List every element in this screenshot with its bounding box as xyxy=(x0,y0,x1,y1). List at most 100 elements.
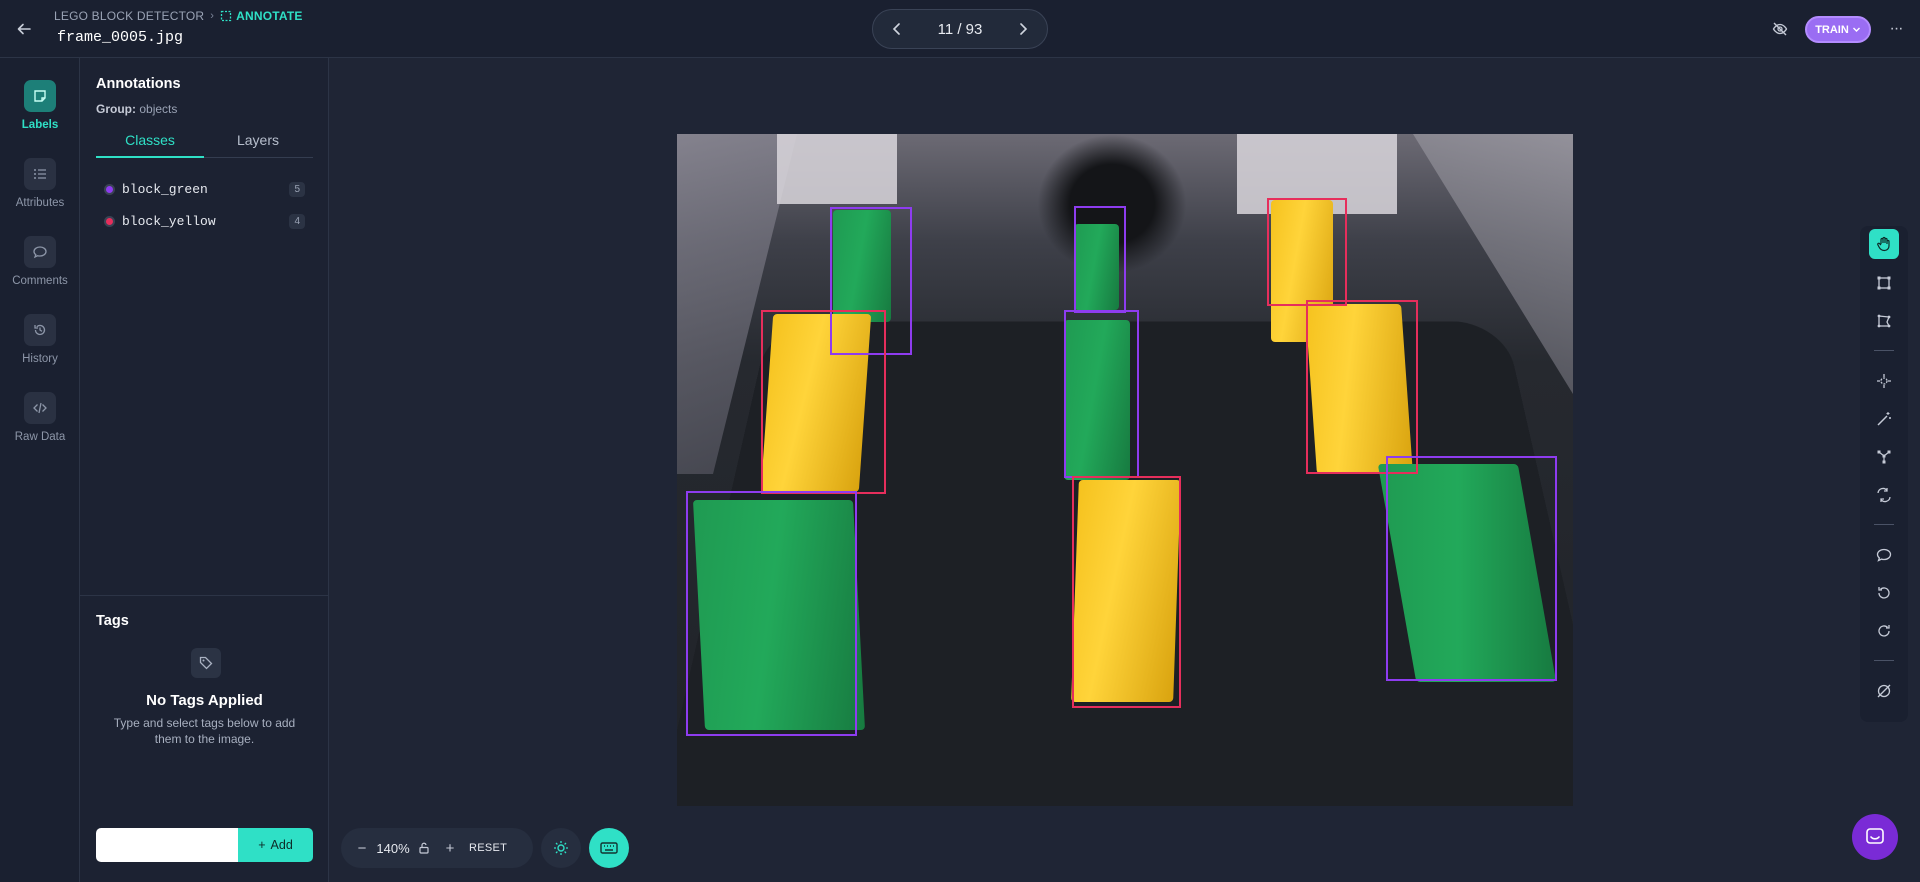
support-chat-button[interactable] xyxy=(1852,814,1898,860)
keypoint-tool-button[interactable] xyxy=(1869,442,1899,472)
annotate-icon xyxy=(221,10,232,22)
bounding-box-tool-button[interactable] xyxy=(1869,268,1899,298)
breadcrumb: LEGO BLOCK DETECTOR › ANNOTATE xyxy=(54,9,303,23)
annotated-image[interactable] xyxy=(677,134,1573,806)
keyboard-shortcuts-button[interactable] xyxy=(589,828,629,868)
bbox-block-green[interactable] xyxy=(1064,310,1139,478)
brightness-button[interactable] xyxy=(541,828,581,868)
tab-classes[interactable]: Classes xyxy=(96,130,204,158)
class-color-dot xyxy=(104,215,115,227)
magic-wand-icon xyxy=(1877,412,1891,426)
chevron-down-icon xyxy=(1852,27,1860,32)
no-tags-title: No Tags Applied xyxy=(146,692,263,709)
breadcrumb-mode-label: ANNOTATE xyxy=(236,9,303,23)
breadcrumb-project[interactable]: LEGO BLOCK DETECTOR xyxy=(54,9,204,23)
convert-icon xyxy=(1877,487,1891,503)
code-icon xyxy=(24,392,56,424)
reset-zoom-button[interactable]: RESET xyxy=(469,842,507,854)
class-count-badge: 5 xyxy=(289,181,305,197)
zoom-level: 140% xyxy=(376,840,410,856)
left-icon-rail: Labels Attributes Comments History Raw D… xyxy=(0,58,80,882)
zoom-out-button[interactable]: − xyxy=(349,835,375,861)
redo-button[interactable] xyxy=(1869,616,1899,646)
back-arrow-icon xyxy=(17,23,31,35)
tool-palette xyxy=(1860,226,1908,722)
rail-item-raw-data[interactable]: Raw Data xyxy=(0,392,80,443)
smart-select-icon xyxy=(1877,374,1891,388)
tags-title: Tags xyxy=(96,613,129,629)
polygon-tool-button[interactable] xyxy=(1869,306,1899,336)
more-options-button[interactable]: ··· xyxy=(1885,18,1907,40)
undo-button[interactable] xyxy=(1869,578,1899,608)
add-tag-button[interactable]: + Add xyxy=(238,828,313,862)
comment-icon xyxy=(1876,548,1892,562)
zoom-controls: − 140% + RESET xyxy=(341,828,533,868)
pan-hand-icon xyxy=(1877,236,1890,252)
chat-icon xyxy=(1866,828,1884,844)
class-item-block-yellow[interactable]: block_yellow 4 xyxy=(104,211,305,231)
rail-item-label: History xyxy=(22,353,58,365)
class-count-badge: 4 xyxy=(289,213,305,229)
breadcrumb-mode: ANNOTATE xyxy=(220,9,302,23)
bbox-block-green[interactable] xyxy=(686,491,857,736)
label-icon xyxy=(24,80,56,112)
magic-wand-tool-button[interactable] xyxy=(1869,404,1899,434)
tab-layers[interactable]: Layers xyxy=(204,130,312,157)
smart-select-tool-button[interactable] xyxy=(1869,366,1899,396)
class-color-dot xyxy=(104,183,115,195)
zoom-in-button[interactable]: + xyxy=(437,835,463,861)
page-counter: 11 / 93 xyxy=(937,20,983,38)
add-tag-label: Add xyxy=(270,838,293,852)
chevron-left-icon xyxy=(892,23,900,35)
keypoint-icon xyxy=(1877,450,1891,464)
convert-tool-button[interactable] xyxy=(1869,480,1899,510)
toggle-visibility-button[interactable] xyxy=(1770,19,1790,39)
pan-tool-button[interactable] xyxy=(1869,229,1899,259)
history-icon xyxy=(24,314,56,346)
bbox-block-green[interactable] xyxy=(1386,456,1557,681)
no-tags-description: Type and select tags below to add them t… xyxy=(113,716,296,746)
class-item-block-green[interactable]: block_green 5 xyxy=(104,179,305,199)
divider xyxy=(80,595,329,596)
brightness-icon xyxy=(554,841,568,855)
image-background xyxy=(777,134,897,204)
redo-icon xyxy=(1878,625,1890,637)
tag-icon xyxy=(191,648,221,678)
bbox-block-yellow[interactable] xyxy=(1267,198,1347,306)
bbox-block-yellow[interactable] xyxy=(1072,476,1181,708)
group-label: Group: xyxy=(96,102,136,116)
hide-annotations-button[interactable] xyxy=(1869,676,1899,706)
train-button[interactable]: TRAIN xyxy=(1805,16,1871,43)
tag-input[interactable] xyxy=(96,828,238,862)
bbox-block-yellow[interactable] xyxy=(1306,300,1418,474)
plus-icon: + xyxy=(258,838,266,852)
rail-item-labels[interactable]: Labels xyxy=(0,80,80,131)
bbox-block-yellow[interactable] xyxy=(761,310,886,494)
group-value: objects xyxy=(139,102,178,116)
rail-item-label: Labels xyxy=(21,119,59,131)
previous-image-button[interactable] xyxy=(887,19,907,39)
rail-item-label: Attributes xyxy=(15,197,65,209)
rail-item-label: Raw Data xyxy=(14,431,66,443)
keyboard-icon xyxy=(600,842,618,854)
lock-zoom-button[interactable] xyxy=(411,835,437,861)
class-name: block_green xyxy=(122,181,208,197)
hide-annotations-icon xyxy=(1877,684,1891,698)
unlock-icon xyxy=(419,842,429,854)
rail-item-comments[interactable]: Comments xyxy=(0,236,80,287)
bounding-box-icon xyxy=(1877,276,1891,290)
rail-item-label: Comments xyxy=(12,275,68,287)
image-pager: 11 / 93 xyxy=(872,9,1048,49)
polygon-icon xyxy=(1877,314,1891,328)
comment-tool-button[interactable] xyxy=(1869,540,1899,570)
panel-title: Annotations xyxy=(96,76,181,92)
top-bar: LEGO BLOCK DETECTOR › ANNOTATE frame_000… xyxy=(0,0,1920,58)
back-button[interactable] xyxy=(14,19,34,39)
bbox-block-green[interactable] xyxy=(1074,206,1126,313)
rail-item-history[interactable]: History xyxy=(0,314,80,365)
next-image-button[interactable] xyxy=(1013,19,1033,39)
divider xyxy=(1874,350,1894,351)
eye-off-icon xyxy=(1772,22,1788,36)
group-line: Group: objects xyxy=(96,102,177,116)
rail-item-attributes[interactable]: Attributes xyxy=(0,158,80,209)
